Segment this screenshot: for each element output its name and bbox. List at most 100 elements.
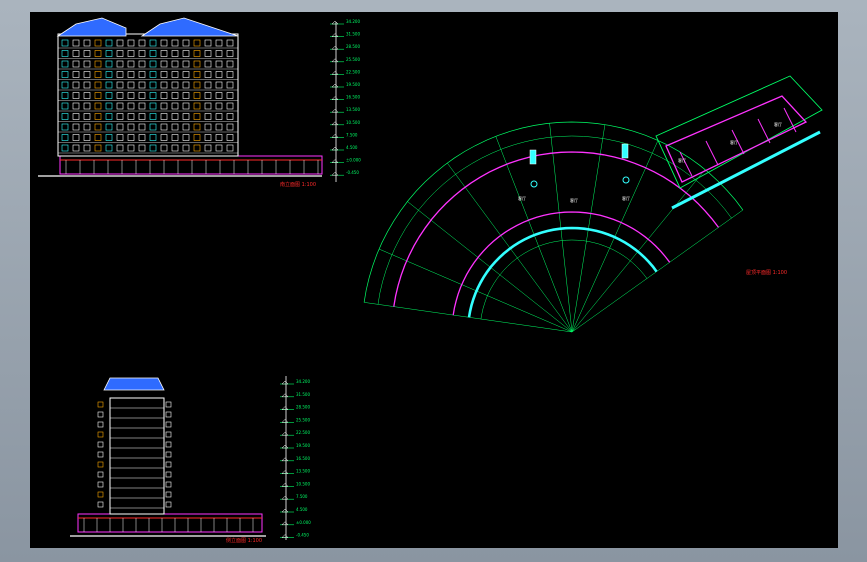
side-roof [103, 377, 165, 391]
cad-canvas[interactable]: 34.200 31.500 28.500 25.500 22.500 19.500 16.5… [30, 12, 838, 548]
window [116, 123, 124, 131]
window [215, 39, 223, 47]
level-label: 16.500 [296, 456, 310, 461]
level-label: 7.500 [346, 132, 358, 137]
room-label: 客厅 [570, 197, 578, 203]
room-label: 客厅 [678, 157, 686, 163]
window [171, 92, 179, 99]
window [171, 39, 179, 47]
window [138, 144, 146, 152]
window [116, 81, 124, 89]
side-window [165, 451, 172, 458]
plan-radial-gridlines [364, 123, 744, 333]
level-label: 13.500 [346, 107, 360, 112]
window [226, 39, 234, 47]
window [127, 71, 135, 78]
level-label: 4.500 [296, 507, 308, 512]
window [193, 39, 201, 47]
window [127, 81, 135, 89]
window [138, 102, 146, 110]
front-elevation-title: 南立面图 1:100 [280, 181, 316, 188]
window [61, 60, 69, 68]
window [127, 60, 135, 68]
window [72, 60, 80, 68]
level-label: 16.500 [346, 95, 360, 100]
room-label: 客厅 [774, 121, 782, 127]
window [105, 81, 113, 89]
window [171, 50, 179, 57]
window [127, 113, 135, 120]
level-symbol [281, 406, 289, 410]
side-window [97, 441, 104, 448]
window [94, 102, 102, 110]
level-label: 25.500 [296, 417, 310, 422]
window [105, 39, 113, 47]
drawing-sheet[interactable]: 34.200 31.500 28.500 25.500 22.500 19.500 16.5… [30, 12, 838, 548]
window [83, 71, 91, 78]
window [116, 144, 124, 152]
window [193, 81, 201, 89]
side-window [165, 501, 172, 508]
window [72, 113, 80, 120]
podium-columns [65, 160, 319, 174]
side-window [97, 471, 104, 478]
level-label: 31.500 [346, 32, 360, 37]
lift-right [622, 176, 630, 184]
window [127, 92, 135, 99]
window [105, 102, 113, 110]
window [72, 144, 80, 152]
level-label: 28.500 [346, 44, 360, 49]
window [127, 102, 135, 110]
window [171, 102, 179, 110]
window [138, 39, 146, 47]
window [116, 39, 124, 47]
level-symbol [331, 159, 339, 163]
side-window [97, 501, 104, 508]
window [116, 50, 124, 57]
window [127, 39, 135, 47]
window [61, 102, 69, 110]
window [83, 60, 91, 68]
window [61, 39, 69, 47]
window [204, 39, 212, 47]
level-symbol [331, 71, 339, 75]
window [94, 92, 102, 99]
roof-left [56, 17, 127, 37]
window [182, 60, 190, 68]
window [215, 71, 223, 78]
window [193, 134, 201, 141]
level-symbol [281, 521, 289, 526]
room-label: 客厅 [622, 195, 630, 201]
window [215, 134, 223, 141]
roof-plan[interactable]: 客厅 客厅 客厅客厅客厅客厅 屋顶平面图 1:100 [363, 75, 823, 333]
level-symbol [281, 483, 289, 487]
level-symbol [281, 419, 289, 423]
level-label: 22.500 [346, 69, 360, 74]
side-window [165, 441, 172, 448]
window [215, 102, 223, 110]
side-elevation[interactable]: 34.200 31.500 28.500 25.500 22.500 19.500 16.5… [70, 376, 311, 544]
front-level-markers: 34.200 31.500 28.500 25.500 22.500 19.500 16.5… [330, 19, 361, 176]
window [138, 81, 146, 89]
level-symbol [331, 108, 339, 113]
window [160, 50, 168, 57]
level-symbol [281, 534, 289, 538]
stair-core-right [621, 143, 629, 159]
window [105, 60, 113, 68]
side-window [165, 461, 172, 468]
window [72, 92, 80, 99]
level-label: -0.450 [346, 170, 359, 175]
front-elevation[interactable]: 34.200 31.500 28.500 25.500 22.500 19.500 16.5… [38, 17, 361, 188]
window [193, 60, 201, 68]
window [171, 123, 179, 131]
level-symbol [281, 508, 289, 513]
window [94, 60, 102, 68]
window [182, 102, 190, 110]
level-label: ±0.000 [296, 520, 311, 525]
window [215, 81, 223, 89]
window [61, 50, 69, 57]
window [182, 134, 190, 141]
window [193, 50, 201, 57]
window [116, 113, 124, 120]
window [83, 92, 91, 99]
